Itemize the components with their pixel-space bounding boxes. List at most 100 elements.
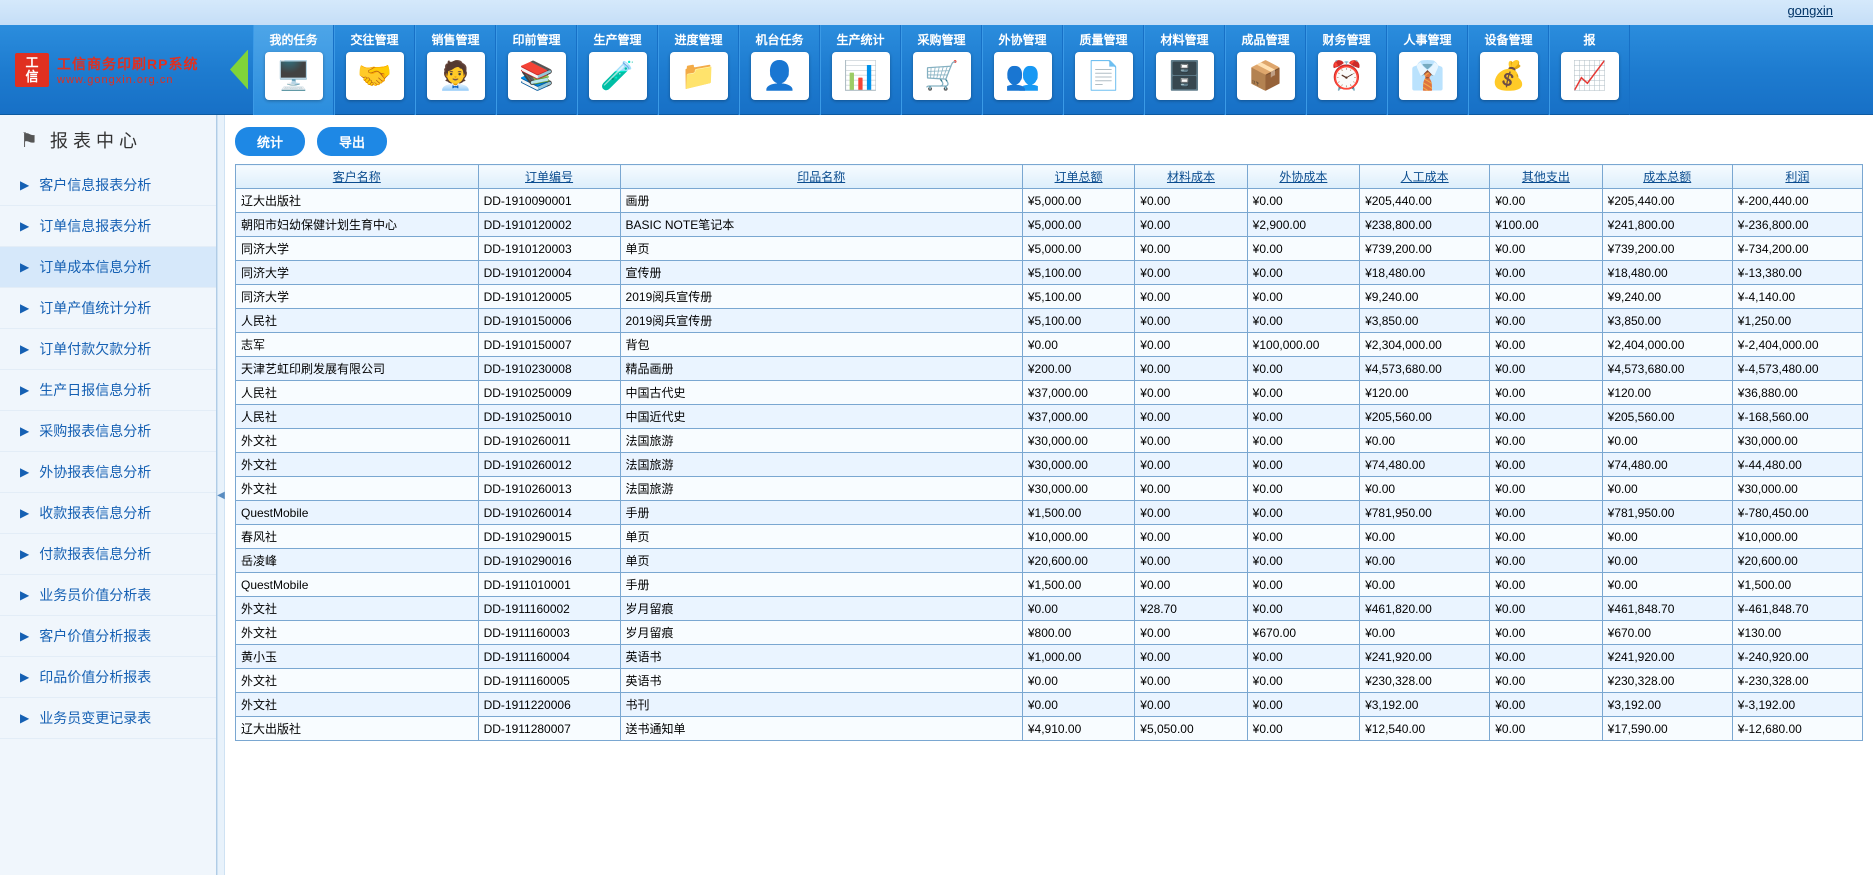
table-row[interactable]: QuestMobileDD-1911010001手册¥1,500.00¥0.00… [236, 573, 1863, 597]
table-row[interactable]: 外文社DD-1910260012法国旅游¥30,000.00¥0.00¥0.00… [236, 453, 1863, 477]
sidebar-item-7[interactable]: ▶外协报表信息分析 [0, 452, 216, 493]
col-header-9[interactable]: 利润 [1732, 165, 1862, 189]
nav-item-12[interactable]: 成品管理📦 [1225, 25, 1306, 115]
table-row[interactable]: 辽大出版社DD-1910090001画册¥5,000.00¥0.00¥0.00¥… [236, 189, 1863, 213]
table-row[interactable]: 外文社DD-1910260013法国旅游¥30,000.00¥0.00¥0.00… [236, 477, 1863, 501]
sidebar-item-label: 客户价值分析报表 [39, 626, 151, 646]
splitter-handle[interactable]: ◀ [217, 115, 225, 875]
table-cell: ¥0.00 [1490, 645, 1602, 669]
col-header-8[interactable]: 成本总额 [1602, 165, 1732, 189]
table-row[interactable]: 辽大出版社DD-1911280007送书通知单¥4,910.00¥5,050.0… [236, 717, 1863, 741]
sidebar-item-2[interactable]: ▶订单成本信息分析 [0, 247, 216, 288]
sidebar-item-label: 收款报表信息分析 [39, 503, 151, 523]
table-cell: ¥-12,680.00 [1732, 717, 1862, 741]
sidebar-item-9[interactable]: ▶付款报表信息分析 [0, 534, 216, 575]
table-row[interactable]: 天津艺虹印刷发展有限公司DD-1910230008精品画册¥200.00¥0.0… [236, 357, 1863, 381]
nav-item-9[interactable]: 外协管理👥 [982, 25, 1063, 115]
sidebar-item-3[interactable]: ▶订单产值统计分析 [0, 288, 216, 329]
sidebar-item-1[interactable]: ▶订单信息报表分析 [0, 206, 216, 247]
table-row[interactable]: 外文社DD-1911160003岁月留痕¥800.00¥0.00¥670.00¥… [236, 621, 1863, 645]
sidebar-item-5[interactable]: ▶生产日报信息分析 [0, 370, 216, 411]
table-cell: ¥0.00 [1022, 597, 1134, 621]
nav-item-6[interactable]: 机台任务👤 [739, 25, 820, 115]
table-row[interactable]: 人民社DD-19101500062019阅兵宣传册¥5,100.00¥0.00¥… [236, 309, 1863, 333]
col-header-5[interactable]: 外协成本 [1247, 165, 1359, 189]
user-link[interactable]: gongxin [1787, 3, 1833, 18]
table-row[interactable]: 朝阳市妇幼保健计划生育中心DD-1910120002BASIC NOTE笔记本¥… [236, 213, 1863, 237]
table-cell: ¥-44,480.00 [1732, 453, 1862, 477]
table-row[interactable]: QuestMobileDD-1910260014手册¥1,500.00¥0.00… [236, 501, 1863, 525]
col-header-link[interactable]: 材料成本 [1167, 170, 1215, 184]
table-row[interactable]: 人民社DD-1910250009中国古代史¥37,000.00¥0.00¥0.0… [236, 381, 1863, 405]
table-row[interactable]: 外文社DD-1911160002岁月留痕¥0.00¥28.70¥0.00¥461… [236, 597, 1863, 621]
col-header-7[interactable]: 其他支出 [1490, 165, 1602, 189]
table-row[interactable]: 同济大学DD-1910120003单页¥5,000.00¥0.00¥0.00¥7… [236, 237, 1863, 261]
col-header-link[interactable]: 订单总额 [1055, 170, 1103, 184]
sidebar-item-12[interactable]: ▶印品价值分析报表 [0, 657, 216, 698]
table-row[interactable]: 人民社DD-1910250010中国近代史¥37,000.00¥0.00¥0.0… [236, 405, 1863, 429]
nav-item-8[interactable]: 采购管理🛒 [901, 25, 982, 115]
nav-item-2[interactable]: 销售管理🧑‍💼 [415, 25, 496, 115]
nav-item-icon: 🛒 [913, 52, 971, 100]
col-header-link[interactable]: 客户名称 [333, 170, 381, 184]
sidebar-item-8[interactable]: ▶收款报表信息分析 [0, 493, 216, 534]
col-header-link[interactable]: 人工成本 [1401, 170, 1449, 184]
col-header-2[interactable]: 印品名称 [620, 165, 1022, 189]
table-cell: ¥10,000.00 [1022, 525, 1134, 549]
table-row[interactable]: 外文社DD-1911220006书刊¥0.00¥0.00¥0.00¥3,192.… [236, 693, 1863, 717]
col-header-link[interactable]: 成本总额 [1643, 170, 1691, 184]
table-row[interactable]: 同济大学DD-1910120004宣传册¥5,100.00¥0.00¥0.00¥… [236, 261, 1863, 285]
col-header-link[interactable]: 外协成本 [1279, 170, 1327, 184]
col-header-3[interactable]: 订单总额 [1022, 165, 1134, 189]
sidebar-item-6[interactable]: ▶采购报表信息分析 [0, 411, 216, 452]
nav-item-3[interactable]: 印前管理📚 [496, 25, 577, 115]
sidebar-item-13[interactable]: ▶业务员变更记录表 [0, 698, 216, 739]
table-row[interactable]: 同济大学DD-19101200052019阅兵宣传册¥5,100.00¥0.00… [236, 285, 1863, 309]
col-header-0[interactable]: 客户名称 [236, 165, 479, 189]
table-row[interactable]: 春风社DD-1910290015单页¥10,000.00¥0.00¥0.00¥0… [236, 525, 1863, 549]
nav-item-14[interactable]: 人事管理👔 [1387, 25, 1468, 115]
sidebar-item-10[interactable]: ▶业务员价值分析表 [0, 575, 216, 616]
col-header-link[interactable]: 印品名称 [797, 170, 845, 184]
table-cell: ¥37,000.00 [1022, 405, 1134, 429]
sidebar-item-4[interactable]: ▶订单付款欠款分析 [0, 329, 216, 370]
nav-item-10[interactable]: 质量管理📄 [1063, 25, 1144, 115]
col-header-6[interactable]: 人工成本 [1360, 165, 1490, 189]
table-row[interactable]: 外文社DD-1910260011法国旅游¥30,000.00¥0.00¥0.00… [236, 429, 1863, 453]
col-header-link[interactable]: 订单编号 [525, 170, 573, 184]
nav-item-13[interactable]: 财务管理⏰ [1306, 25, 1387, 115]
col-header-1[interactable]: 订单编号 [478, 165, 620, 189]
table-cell: ¥0.00 [1490, 429, 1602, 453]
nav-item-4[interactable]: 生产管理🧪 [577, 25, 658, 115]
table-cell: DD-1911160004 [478, 645, 620, 669]
sidebar-collapse-icon[interactable] [230, 50, 248, 90]
nav-item-7[interactable]: 生产统计📊 [820, 25, 901, 115]
nav-item-16[interactable]: 报📈 [1549, 25, 1630, 115]
table-cell: ¥0.00 [1247, 429, 1359, 453]
nav-item-icon: 👔 [1399, 52, 1457, 100]
table-row[interactable]: 黄小玉DD-1911160004英语书¥1,000.00¥0.00¥0.00¥2… [236, 645, 1863, 669]
col-header-link[interactable]: 其他支出 [1522, 170, 1570, 184]
table-row[interactable]: 外文社DD-1911160005英语书¥0.00¥0.00¥0.00¥230,3… [236, 669, 1863, 693]
col-header-link[interactable]: 利润 [1785, 170, 1809, 184]
nav-item-icon: 👥 [994, 52, 1052, 100]
table-row[interactable]: 志军DD-1910150007背包¥0.00¥0.00¥100,000.00¥2… [236, 333, 1863, 357]
table-cell: DD-1910150006 [478, 309, 620, 333]
nav-item-0[interactable]: 我的任务🖥️ [253, 25, 334, 115]
table-row[interactable]: 岳凌峰DD-1910290016单页¥20,600.00¥0.00¥0.00¥0… [236, 549, 1863, 573]
stat-button[interactable]: 统计 [235, 127, 305, 156]
export-button[interactable]: 导出 [317, 127, 387, 156]
nav-item-15[interactable]: 设备管理💰 [1468, 25, 1549, 115]
nav-item-1[interactable]: 交往管理🤝 [334, 25, 415, 115]
sidebar-item-label: 生产日报信息分析 [39, 380, 151, 400]
nav-item-label: 设备管理 [1484, 31, 1532, 48]
table-cell: 手册 [620, 501, 1022, 525]
sidebar-item-0[interactable]: ▶客户信息报表分析 [0, 165, 216, 206]
sidebar-item-11[interactable]: ▶客户价值分析报表 [0, 616, 216, 657]
nav-item-11[interactable]: 材料管理🗄️ [1144, 25, 1225, 115]
table-cell: ¥-236,800.00 [1732, 213, 1862, 237]
table-cell: ¥5,100.00 [1022, 309, 1134, 333]
col-header-4[interactable]: 材料成本 [1135, 165, 1247, 189]
table-cell: ¥205,440.00 [1360, 189, 1490, 213]
nav-item-5[interactable]: 进度管理📁 [658, 25, 739, 115]
